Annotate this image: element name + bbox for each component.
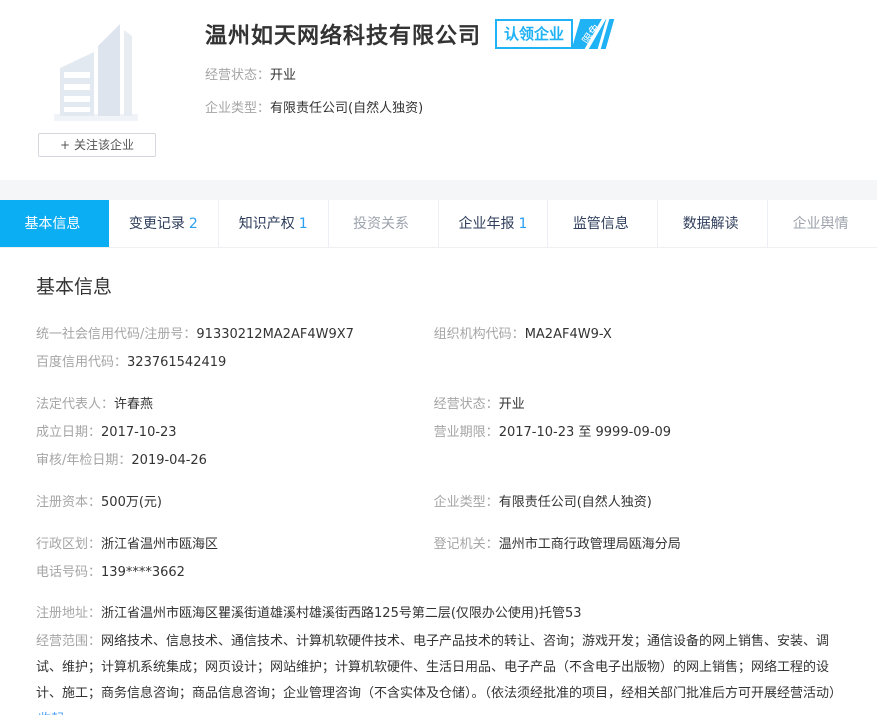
field-label: 行政区划 [36,537,101,552]
status-value: 开业 [270,68,297,83]
field-label: 法定代表人 [36,397,114,412]
info-group-capital: 注册资本500万(元) 企业类型有限责任公司(自然人独资) [36,489,841,517]
tab-supervision-info[interactable]: 监管信息 [548,200,659,247]
field-value: 91330212MA2AF4W9X7 [196,327,354,342]
tab-change-records[interactable]: 变更记录 2 [109,200,219,247]
field-label: 经营状态 [434,397,499,412]
field-value: 开业 [498,397,525,412]
status-label: 经营状态 [205,68,270,83]
field-business-scope: 经营范围网络技术、信息技术、通信技术、计算机软硬件技术、电子产品技术的转让、咨询… [36,629,843,715]
claim-badge-label: 认领企业 [495,19,574,49]
tab-annual-report[interactable]: 企业年报 1 [439,200,549,247]
field-label: 注册资本 [36,495,101,510]
tab-investment-relations[interactable]: 投资关系 [329,200,439,247]
field-label: 组织机构代码 [434,327,525,342]
free-ribbon-label: 限免 [579,21,604,48]
field-legal-representative: 法定代表人许春燕 [36,391,434,419]
field-value: 2017-10-23 至 9999-09-09 [498,425,672,440]
tab-label: 基本信息 [24,216,81,232]
tab-label: 投资关系 [353,216,410,232]
field-label: 企业类型 [434,495,499,510]
building-icon [36,10,156,130]
tab-label: 变更记录 [128,216,185,232]
field-org-code: 组织机构代码MA2AF4W9-X [434,321,841,349]
field-credit-code: 统一社会信用代码/注册号91330212MA2AF4W9X7 [36,321,434,349]
info-row: 百度信用代码323761542419 [36,349,841,377]
field-label: 登记机关 [434,537,499,552]
field-phone-number: 电话号码139****3662 [36,559,434,587]
tab-label: 知识产权 [238,216,295,232]
field-review-date: 审核/年检日期2019-04-26 [36,447,434,475]
field-registered-capital: 注册资本500万(元) [36,489,434,517]
follow-company-button[interactable]: + 关注该企业 [38,133,156,157]
field-registration-authority: 登记机关温州市工商行政管理局瓯海分局 [434,531,841,559]
field-value: MA2AF4W9-X [524,327,612,342]
info-row: 行政区划浙江省温州市瓯海区 登记机关温州市工商行政管理局瓯海分局 [36,531,841,559]
field-value: 2019-04-26 [131,453,207,468]
follow-button-label: 关注该企业 [73,138,134,152]
section-title: 基本信息 [36,276,113,298]
field-value: 有限责任公司(自然人独资) [498,495,652,510]
tab-label: 数据解读 [682,216,739,232]
field-value: 浙江省温州市瓯海区瞿溪街道雄溪村雄溪街西路125号第二层(仅限办公使用)托管53 [101,606,582,621]
info-group-region: 行政区划浙江省温州市瓯海区 登记机关温州市工商行政管理局瓯海分局 电话号码139… [36,531,841,587]
info-row: 统一社会信用代码/注册号91330212MA2AF4W9X7 组织机构代码MA2… [36,321,841,349]
field-label: 电话号码 [36,565,101,580]
info-row: 审核/年检日期2019-04-26 [36,447,841,475]
company-type-label: 企业类型 [205,101,270,116]
tab-bar: 基本信息 变更记录 2 知识产权 1 投资关系 企业年报 1 监管信息 数据解读 企业… [0,200,877,248]
field-label: 百度信用代码 [36,355,127,370]
field-value: 温州市工商行政管理局瓯海分局 [498,537,681,552]
tab-count: 1 [298,216,308,232]
info-row: 成立日期2017-10-23 营业期限2017-10-23 至 9999-09-… [36,419,841,447]
field-value: 139****3662 [101,565,185,580]
field-admin-division: 行政区划浙江省温州市瓯海区 [36,531,434,559]
field-label: 统一社会信用代码/注册号 [36,327,196,342]
info-row: 电话号码139****3662 [36,559,841,587]
field-label: 经营范围 [36,634,101,649]
info-row: 法定代表人许春燕 经营状态开业 [36,391,841,419]
tab-data-interpretation[interactable]: 数据解读 [658,200,769,247]
field-value: 网络技术、信息技术、通信技术、计算机软硬件技术、电子产品技术的转让、咨询；游戏开… [36,634,843,701]
header-tab-divider [0,180,877,200]
field-value: 323761542419 [127,355,227,370]
field-value: 浙江省温州市瓯海区 [101,537,219,552]
field-label: 成立日期 [36,425,101,440]
tab-count: 1 [518,216,528,232]
claim-company-badge[interactable]: 认领企业 限免 [495,19,615,49]
company-name: 温州如天网络科技有限公司 [205,24,482,49]
field-label: 注册地址 [36,606,101,621]
field-registered-address: 注册地址浙江省温州市瓯海区瞿溪街道雄溪村雄溪街西路125号第二层(仅限办公使用)… [36,601,841,627]
basic-info-panel: 基本信息 统一社会信用代码/注册号91330212MA2AF4W9X7 组织机构… [0,248,877,715]
field-value: 许春燕 [114,397,154,412]
field-value: 2017-10-23 [101,425,177,440]
field-baidu-credit-code: 百度信用代码323761542419 [36,349,434,377]
tab-count: 2 [188,216,198,232]
info-group-codes: 统一社会信用代码/注册号91330212MA2AF4W9X7 组织机构代码MA2… [36,321,841,377]
field-operating-status: 经营状态开业 [434,391,841,419]
tab-intellectual-property[interactable]: 知识产权 1 [219,200,329,247]
field-value: 500万(元) [101,495,162,510]
plus-icon: + [60,138,71,152]
info-group-dates: 法定代表人许春燕 经营状态开业 成立日期2017-10-23 营业期限2017-… [36,391,841,475]
field-establish-date: 成立日期2017-10-23 [36,419,434,447]
tab-label: 企业年报 [458,216,515,232]
field-label: 审核/年检日期 [36,453,131,468]
tab-basic-info[interactable]: 基本信息 [0,200,109,247]
field-label: 营业期限 [434,425,499,440]
info-row: 注册资本500万(元) 企业类型有限责任公司(自然人独资) [36,489,841,517]
company-type-value: 有限责任公司(自然人独资) [270,101,424,116]
field-business-term: 营业期限2017-10-23 至 9999-09-09 [434,419,841,447]
tab-label: 企业舆情 [792,216,849,232]
field-company-type: 企业类型有限责任公司(自然人独资) [434,489,841,517]
company-header: + 关注该企业 温州如天网络科技有限公司 认领企业 限免 经营状态开业 企业类型… [0,0,877,180]
tab-public-sentiment[interactable]: 企业舆情 [768,200,877,247]
tab-label: 监管信息 [572,216,629,232]
